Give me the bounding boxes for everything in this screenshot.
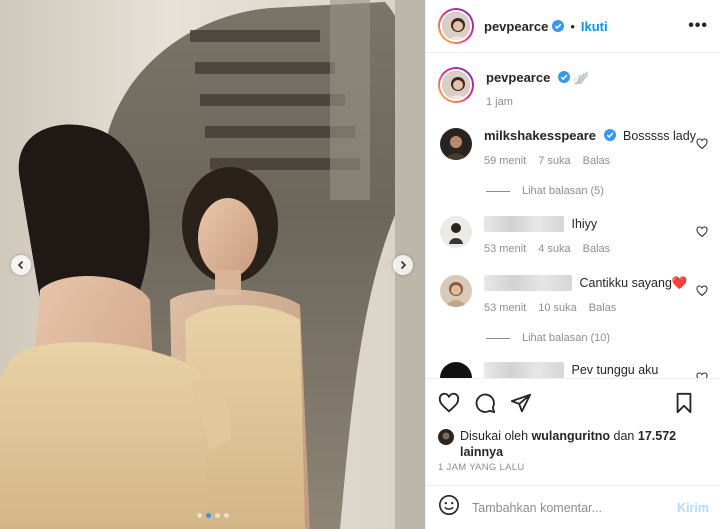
heart-icon[interactable] xyxy=(696,285,708,297)
post-details-panel: pevpearce • Ikuti ••• pevpearce 🪽 1 jam … xyxy=(425,0,720,529)
caption-avatar-ring[interactable] xyxy=(438,67,474,103)
verified-badge-icon xyxy=(557,71,570,83)
share-icon xyxy=(510,393,532,412)
comment-time: 53 menit xyxy=(484,243,527,255)
commenter-username-blurred[interactable] xyxy=(484,275,572,291)
replies-divider xyxy=(486,190,510,192)
carousel-indicator xyxy=(0,513,425,518)
commenter-username-blurred[interactable] xyxy=(484,362,564,378)
replies-divider xyxy=(486,337,510,339)
commenter-username[interactable]: milkshakesspeare xyxy=(484,128,596,143)
post-photo xyxy=(0,0,425,529)
chevron-right-icon xyxy=(400,260,407,270)
share-button[interactable] xyxy=(510,392,532,414)
caption-username[interactable]: pevpearce xyxy=(486,70,550,85)
comment-text: Cantikku sayang❤️ xyxy=(579,276,688,290)
reply-button[interactable]: Balas xyxy=(583,241,611,257)
comment-text: Bosssss lady xyxy=(623,129,696,143)
chevron-left-icon xyxy=(17,260,24,270)
liker-username[interactable]: wulanguritno xyxy=(532,429,610,443)
carousel-dot-active xyxy=(205,513,211,518)
comment-text: Ihiyy xyxy=(571,217,598,231)
carousel-dot xyxy=(223,513,229,518)
save-button[interactable] xyxy=(673,392,695,414)
likes-middle: dan xyxy=(613,429,635,443)
emoji-icon xyxy=(439,495,459,515)
post-media[interactable] xyxy=(0,0,425,529)
comment-time: 53 menit xyxy=(484,302,527,314)
comment-likes[interactable]: 7 suka xyxy=(538,153,570,169)
comment-input[interactable] xyxy=(472,500,678,515)
post-header: pevpearce • Ikuti ••• xyxy=(426,0,720,53)
view-replies-button[interactable]: Lihat balasan (10) xyxy=(486,332,708,344)
emoji-button[interactable] xyxy=(438,494,460,521)
likes-suffix[interactable]: lainnya xyxy=(460,445,503,459)
author-avatar xyxy=(442,12,470,40)
comment-row: Cantikku sayang❤️ 53 menit 10 suka Balas xyxy=(438,275,708,316)
view-replies-label: Lihat balasan (10) xyxy=(522,332,611,344)
comment-row: Ihiyy 53 menit 4 suka Balas xyxy=(438,216,708,257)
reply-button[interactable]: Balas xyxy=(583,153,611,169)
commenter-avatar[interactable] xyxy=(440,275,472,307)
verified-badge-icon xyxy=(552,20,565,32)
like-button[interactable] xyxy=(438,392,460,414)
comment-icon xyxy=(475,393,496,413)
heart-icon xyxy=(438,392,460,412)
header-separator: • xyxy=(570,18,575,34)
comment-likes[interactable]: 4 suka xyxy=(538,241,570,257)
post-timestamp: 1 JAM YANG LALU xyxy=(438,462,525,473)
likes-summary: Disukai oleh wulanguritno dan 17.572 lai… xyxy=(438,428,708,460)
view-replies-button[interactable]: Lihat balasan (5) xyxy=(486,185,708,197)
verified-badge-icon xyxy=(603,129,616,141)
caption-time: 1 jam xyxy=(486,96,513,108)
commenter-avatar[interactable] xyxy=(440,128,472,160)
comments-list[interactable]: pevpearce 🪽 1 jam milkshakesspeare Bosss… xyxy=(426,53,720,378)
send-button[interactable]: Kirim xyxy=(677,501,709,515)
likes-count[interactable]: 17.572 xyxy=(638,429,676,443)
caption-avatar xyxy=(442,71,470,99)
carousel-prev-button[interactable] xyxy=(11,255,31,275)
carousel-dot xyxy=(196,513,202,518)
view-replies-label: Lihat balasan (5) xyxy=(522,185,604,197)
liker-avatar[interactable] xyxy=(438,429,454,445)
more-options-button[interactable]: ••• xyxy=(688,17,708,35)
carousel-dot xyxy=(214,513,220,518)
commenter-avatar[interactable] xyxy=(440,362,472,378)
post-actions xyxy=(426,378,720,426)
likes-prefix: Disukai oleh xyxy=(460,429,529,443)
comment-text: Pev tunggu aku xyxy=(571,363,659,377)
follow-button[interactable]: Ikuti xyxy=(581,19,608,34)
heart-icon[interactable] xyxy=(696,138,708,150)
carousel-next-button[interactable] xyxy=(393,255,413,275)
commenter-username-blurred[interactable] xyxy=(484,216,564,232)
heart-icon[interactable] xyxy=(696,226,708,238)
comment-row: Pev tunggu aku xyxy=(438,362,708,378)
author-username[interactable]: pevpearce xyxy=(484,19,548,34)
add-comment-bar: Kirim xyxy=(426,485,720,529)
caption-row: pevpearce 🪽 1 jam xyxy=(438,67,708,110)
comment-button[interactable] xyxy=(474,392,496,414)
commenter-avatar[interactable] xyxy=(440,216,472,248)
reply-button[interactable]: Balas xyxy=(589,300,617,316)
caption-emoji: 🪽 xyxy=(573,71,589,85)
author-avatar-ring[interactable] xyxy=(438,8,474,44)
comment-likes[interactable]: 10 suka xyxy=(538,300,577,316)
bookmark-icon xyxy=(676,392,692,413)
comment-time: 59 menit xyxy=(484,155,527,167)
comment-row: milkshakesspeare Bosssss lady 59 menit 7… xyxy=(438,128,708,169)
